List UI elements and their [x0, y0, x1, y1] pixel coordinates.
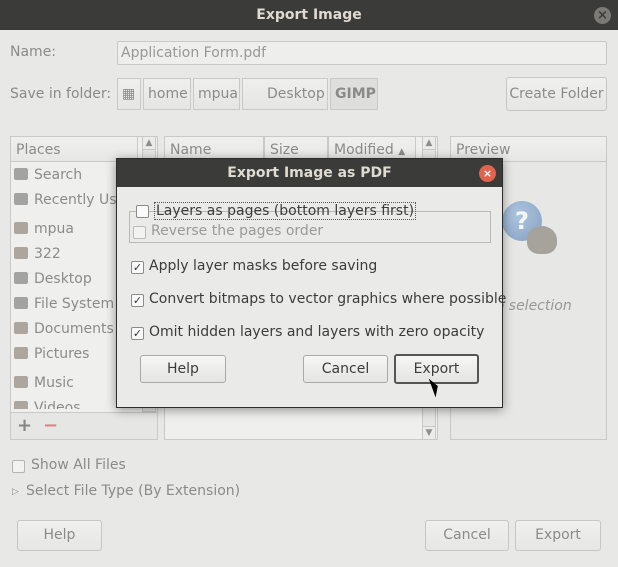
create-folder-button[interactable]: Create Folder	[506, 77, 607, 111]
music-folder-icon	[14, 376, 28, 388]
layer-masks-label: Apply layer masks before saving	[149, 258, 378, 274]
file-type-expander-icon[interactable]: ▷	[12, 484, 19, 500]
files-scroll-up-icon[interactable]: ▲	[422, 136, 436, 150]
place-documents[interactable]: Documents	[14, 318, 114, 340]
dialog-export-button[interactable]: Export	[394, 354, 479, 384]
dialog-help-button[interactable]: Help	[140, 355, 226, 383]
place-search[interactable]: Search	[14, 164, 82, 186]
vector-graphics-checkbox[interactable]: ✓	[131, 294, 144, 307]
reverse-order-label: Reverse the pages order	[151, 223, 324, 239]
place-file-system[interactable]: File System	[14, 293, 114, 315]
window-title: Export Image	[256, 7, 362, 23]
place-mpua[interactable]: mpua	[14, 218, 74, 240]
filename-input[interactable]: Application Form.pdf	[117, 41, 607, 65]
search-icon	[14, 168, 28, 180]
place-music[interactable]: Music	[14, 372, 74, 394]
drive-icon	[14, 297, 28, 309]
crumb-home[interactable]: home	[143, 78, 191, 110]
place-videos[interactable]: Videos	[14, 397, 81, 409]
place-desktop[interactable]: Desktop	[14, 268, 92, 290]
omit-hidden-label: Omit hidden layers and layers with zero …	[149, 324, 485, 340]
files-scroll-down-icon[interactable]: ▼	[422, 426, 436, 440]
home-folder-icon	[14, 222, 28, 234]
crumb-mpua[interactable]: mpua	[193, 78, 240, 110]
help-button[interactable]: Help	[17, 520, 102, 551]
dialog-close-icon[interactable]: ×	[479, 165, 496, 182]
documents-folder-icon	[14, 322, 28, 334]
crumb-left-icon[interactable]: ▦	[117, 78, 141, 110]
file-type-label[interactable]: Select File Type (By Extension)	[26, 483, 240, 499]
folder-icon	[14, 247, 28, 259]
place-322[interactable]: 322	[14, 243, 61, 265]
cancel-button[interactable]: Cancel	[425, 520, 509, 551]
show-all-files-label: Show All Files	[31, 457, 126, 473]
vector-graphics-label: Convert bitmaps to vector graphics where…	[149, 291, 507, 307]
layer-masks-checkbox[interactable]: ✓	[131, 261, 144, 274]
videos-folder-icon	[14, 401, 28, 409]
desktop-icon	[14, 272, 28, 284]
export-pdf-dialog: Export Image as PDF × Layers as pages (b…	[116, 158, 507, 408]
sort-ascending-icon: ▲	[398, 147, 406, 157]
gimp-wilber-icon	[527, 226, 557, 254]
dialog-cancel-button[interactable]: Cancel	[303, 355, 388, 383]
add-place-icon[interactable]: +	[17, 415, 32, 436]
layers-as-pages-label[interactable]: Layers as pages (bottom layers first)	[154, 202, 417, 220]
recent-icon	[14, 193, 28, 205]
crumb-gimp[interactable]: GIMP	[330, 78, 378, 110]
place-pictures[interactable]: Pictures	[14, 343, 89, 365]
dialog-title: Export Image as PDF	[227, 165, 392, 181]
places-toolbar: + −	[10, 412, 158, 440]
crumb-desktop[interactable]: Desktop	[242, 78, 328, 110]
dialog-titlebar: Export Image as PDF ×	[117, 159, 502, 187]
places-scroll-up-icon[interactable]: ▲	[142, 136, 156, 150]
export-button[interactable]: Export	[515, 520, 601, 551]
pictures-folder-icon	[14, 347, 28, 359]
show-all-files-checkbox[interactable]	[12, 460, 25, 473]
window-titlebar: Export Image ×	[0, 0, 618, 30]
window-close-icon[interactable]: ×	[594, 7, 611, 24]
reverse-order-checkbox[interactable]	[133, 226, 146, 239]
omit-hidden-checkbox[interactable]: ✓	[131, 327, 144, 340]
layers-as-pages-checkbox[interactable]	[136, 205, 149, 218]
name-label: Name:	[10, 44, 57, 60]
folder-label: Save in folder:	[10, 86, 112, 102]
remove-place-icon[interactable]: −	[43, 415, 58, 436]
export-image-window: Export Image × Name: Application Form.pd…	[0, 0, 618, 567]
